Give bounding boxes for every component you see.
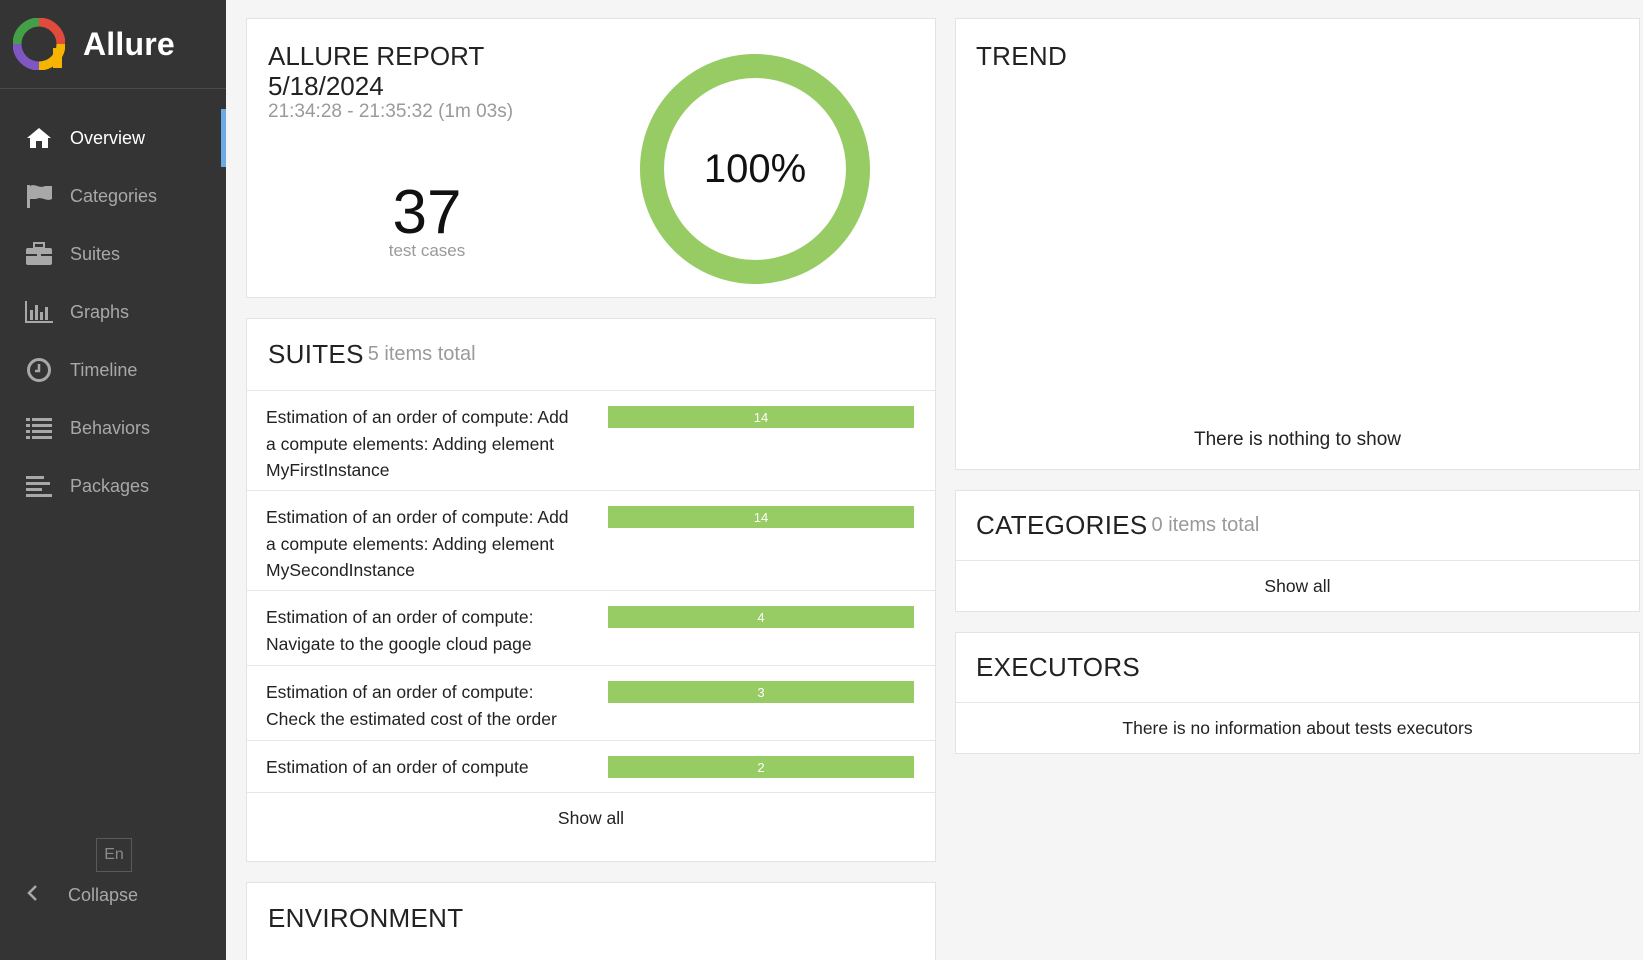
suite-row[interactable]: Estimation of an order of compute: Check… [247,666,935,741]
sidebar-item-graphs[interactable]: Graphs [0,283,226,341]
sidebar-item-categories[interactable]: Categories [0,167,226,225]
sidebar-item-label: Categories [70,185,158,206]
brand[interactable]: Allure [0,0,226,89]
suite-name: Estimation of an order of compute: Check… [266,682,557,729]
briefcase-icon [24,239,54,269]
report-time-range: 21:34:28 - 21:35:32 (1m 03s) [268,101,514,122]
clock-icon [24,355,54,385]
trend-empty-message: There is nothing to show [1193,429,1401,450]
align-left-icon [24,471,54,501]
suite-passed-bar[interactable]: 2 [608,756,914,778]
sidebar: Allure Overview Categories Suites Graphs [0,0,226,960]
categories-subtitle: 0 items total [1151,514,1260,536]
collapse-label: Collapse [68,885,139,905]
suites-show-all-link[interactable]: Show all [247,793,935,844]
suite-passed-bar[interactable]: 14 [608,506,914,528]
environment-widget: ENVIRONMENT [246,882,936,960]
sidebar-nav: Overview Categories Suites Graphs Timeli… [0,109,226,515]
app-name: Allure [83,25,175,62]
trend-title: TREND [976,41,1068,71]
categories-header: CATEGORIES 0 items total [956,491,1639,561]
sidebar-item-label: Graphs [70,301,130,322]
sidebar-item-label: Overview [70,127,146,148]
pass-rate-percent: 100% [703,146,807,191]
summary-widget: ALLURE REPORT 5/18/2024 21:34:28 - 21:35… [246,18,936,298]
executors-header: EXECUTORS [956,633,1639,703]
suite-row[interactable]: Estimation of an order of compute: Navig… [247,591,935,666]
sidebar-item-label: Behaviors [70,417,151,438]
sidebar-item-overview[interactable]: Overview [0,109,226,167]
suite-passed-bar[interactable]: 14 [608,406,914,428]
categories-widget: CATEGORIES 0 items total Show all [955,490,1640,612]
categories-show-all-link[interactable]: Show all [956,561,1639,612]
trend-widget: TREND There is nothing to show [955,18,1640,470]
chevron-left-icon [26,884,38,907]
suite-passed-bar[interactable]: 4 [608,606,914,628]
environment-title: ENVIRONMENT [268,903,464,933]
suite-row[interactable]: Estimation of an order of compute 2 [247,741,935,793]
executors-empty-message: There is no information about tests exec… [1122,718,1473,738]
collapse-button[interactable]: Collapse [26,884,138,907]
sidebar-item-suites[interactable]: Suites [0,225,226,283]
report-title: ALLURE REPORT 5/18/2024 [268,41,484,101]
test-count-label: test cases [388,241,466,260]
report-date: 5/18/2024 [268,71,384,101]
categories-title: CATEGORIES [976,510,1148,540]
suite-name: Estimation of an order of compute: Add a… [266,507,569,580]
language-selector[interactable]: En [96,838,132,872]
sidebar-item-behaviors[interactable]: Behaviors [0,399,226,457]
test-count: 37 [392,178,462,247]
suite-name: Estimation of an order of compute: Navig… [266,607,534,654]
executors-title: EXECUTORS [976,652,1141,682]
suite-row[interactable]: Estimation of an order of compute: Add a… [247,391,935,491]
suites-widget: SUITES 5 items total Estimation of an or… [246,318,936,862]
suite-name: Estimation of an order of compute [266,757,529,777]
bar-chart-icon [24,297,54,327]
suite-name: Estimation of an order of compute: Add a… [266,407,569,480]
suites-subtitle: 5 items total [367,343,476,365]
suites-header: SUITES 5 items total [247,319,935,391]
list-icon [24,413,54,443]
sidebar-item-timeline[interactable]: Timeline [0,341,226,399]
sidebar-item-packages[interactable]: Packages [0,457,226,515]
suite-row[interactable]: Estimation of an order of compute: Add a… [247,491,935,591]
report-title-text: ALLURE REPORT [268,41,485,71]
sidebar-item-label: Timeline [70,359,138,380]
sidebar-item-label: Packages [70,475,150,496]
home-icon [24,123,54,153]
executors-widget: EXECUTORS There is no information about … [955,632,1640,754]
flag-icon [24,181,54,211]
allure-logo-icon [12,17,66,71]
sidebar-item-label: Suites [70,243,121,264]
suites-title: SUITES [268,339,364,369]
suite-passed-bar[interactable]: 3 [608,681,914,703]
